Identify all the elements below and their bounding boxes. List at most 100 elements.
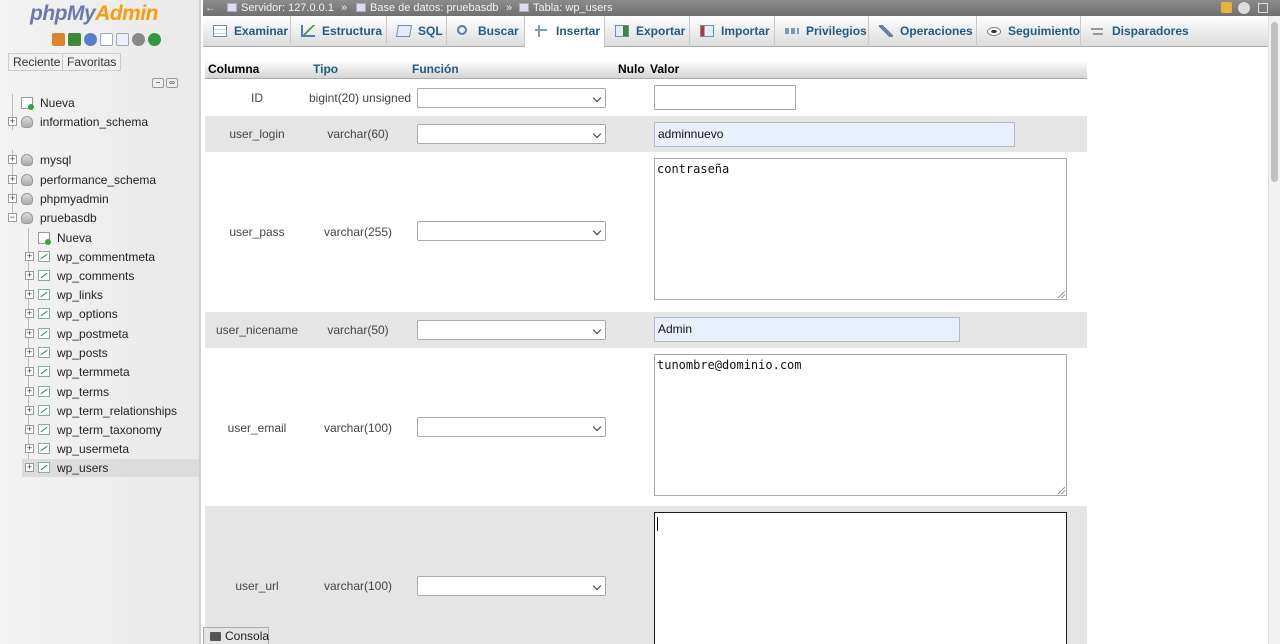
header-column: Columna: [208, 62, 260, 76]
favorites-tab[interactable]: Favoritas: [62, 53, 122, 71]
import-icon: [700, 25, 714, 37]
tree-item-label: wp_postmeta: [57, 327, 129, 341]
tab-label: Buscar: [478, 24, 519, 38]
navigation-panel: phpMyAdmin Reciente Favoritas − ∞ Nueva …: [0, 0, 201, 644]
user-email-textarea[interactable]: tunombre@dominio.com: [654, 354, 1067, 496]
database-icon: [21, 212, 33, 224]
tab-import[interactable]: Importar: [690, 16, 775, 47]
tab-browse[interactable]: Examinar: [203, 16, 291, 47]
help-icon[interactable]: [84, 33, 97, 46]
logout-icon[interactable]: [68, 33, 81, 46]
expand-icon[interactable]: +: [25, 425, 34, 434]
nav-icon-bar: [52, 33, 161, 46]
tab-label: Exportar: [636, 24, 686, 38]
expand-icon[interactable]: +: [25, 329, 34, 338]
function-select[interactable]: [417, 221, 606, 241]
tab-label: Operaciones: [900, 24, 973, 38]
tree-item-label: information_schema: [40, 115, 149, 129]
expand-icon[interactable]: +: [25, 406, 34, 415]
table-row-user-url: user_url varchar(100): [205, 506, 1087, 644]
reload-icon[interactable]: [148, 33, 161, 46]
expand-icon[interactable]: +: [25, 271, 34, 280]
textarea-content: contraseña: [657, 162, 730, 176]
recent-tab[interactable]: Reciente: [8, 53, 66, 71]
breadcrumb-table[interactable]: Tabla: wp_users: [519, 0, 613, 16]
link-with-main-icon[interactable]: ∞: [166, 78, 178, 88]
sql-docs-icon[interactable]: [116, 33, 129, 46]
table-icon: [38, 289, 50, 300]
function-select[interactable]: [417, 417, 606, 437]
expand-icon[interactable]: +: [25, 290, 34, 299]
header-type[interactable]: Tipo: [313, 60, 338, 79]
header-function[interactable]: Función: [412, 60, 459, 79]
tree-item-label: wp_comments: [57, 269, 135, 283]
tab-structure[interactable]: Estructura: [291, 16, 387, 47]
scrollbar-thumb[interactable]: [1271, 22, 1278, 182]
expand-icon[interactable]: +: [25, 309, 34, 318]
tab-label: Seguimiento: [1008, 24, 1081, 38]
expand-icon[interactable]: +: [8, 155, 17, 164]
lock-icon[interactable]: [1221, 2, 1232, 13]
expand-icon[interactable]: +: [25, 367, 34, 376]
home-icon[interactable]: [52, 33, 65, 46]
breadcrumb-server-label: Servidor: 127.0.0.1: [241, 2, 334, 14]
breadcrumb-separator: »: [506, 2, 513, 14]
tree-item-wp-users[interactable]: + wp_users: [22, 459, 199, 477]
user-login-input[interactable]: adminnuevo: [654, 122, 1015, 147]
expand-icon[interactable]: +: [25, 348, 34, 357]
function-select[interactable]: [417, 576, 606, 596]
expand-icon[interactable]: +: [25, 463, 34, 472]
header-null: Nulo: [618, 62, 645, 76]
triggers-icon: [1091, 25, 1105, 37]
table-icon: [38, 386, 50, 397]
table-row-id: ID bigint(20) unsigned: [205, 80, 1087, 116]
console-label: Consola: [225, 629, 270, 643]
settings-icon[interactable]: [132, 33, 145, 46]
tree-item-label: wp_term_relationships: [57, 404, 178, 418]
expand-icon[interactable]: +: [25, 444, 34, 453]
tab-tracking[interactable]: Seguimiento: [977, 16, 1081, 47]
header-value: Valor: [650, 62, 680, 76]
tab-insert[interactable]: Insertar: [525, 16, 605, 48]
tab-triggers[interactable]: Disparadores: [1081, 16, 1201, 47]
server-icon: [227, 3, 237, 12]
user-url-textarea[interactable]: [654, 512, 1067, 644]
back-arrow-icon[interactable]: ←: [205, 0, 216, 16]
expand-icon[interactable]: +: [8, 117, 17, 126]
console-toggle[interactable]: Consola: [203, 627, 269, 644]
breadcrumb: ← Servidor: 127.0.0.1 » Base de datos: p…: [203, 0, 1280, 16]
column-name: user_email: [227, 421, 287, 435]
table-row-user-login: user_login varchar(60) adminnuevo: [205, 116, 1087, 152]
expand-icon[interactable]: +: [25, 252, 34, 261]
tab-sql[interactable]: SQL: [387, 16, 447, 47]
user-nicename-input[interactable]: Admin: [654, 317, 960, 342]
maximize-icon[interactable]: [1258, 3, 1268, 13]
table-icon: [38, 270, 50, 281]
breadcrumb-server[interactable]: Servidor: 127.0.0.1: [227, 0, 334, 16]
documentation-icon[interactable]: [100, 33, 113, 46]
tab-export[interactable]: Exportar: [605, 16, 690, 47]
table-row-user-pass: user_pass varchar(255) contraseña: [205, 152, 1087, 312]
collapse-icon[interactable]: −: [8, 213, 17, 222]
tree-controls: − ∞: [152, 78, 178, 88]
tab-privileges[interactable]: Privilegios: [775, 16, 869, 47]
collapse-all-icon[interactable]: −: [152, 78, 164, 88]
function-select[interactable]: [417, 124, 606, 144]
vertical-scrollbar[interactable]: [1268, 16, 1280, 644]
breadcrumb-database[interactable]: Base de datos: pruebasdb: [356, 0, 498, 16]
resize-grip-icon[interactable]: [1058, 291, 1065, 298]
column-name: user_nicename: [215, 323, 299, 337]
resize-grip-icon[interactable]: [1058, 487, 1065, 494]
tab-search[interactable]: Buscar: [447, 16, 525, 47]
expand-icon[interactable]: +: [8, 175, 17, 184]
user-pass-textarea[interactable]: contraseña: [654, 158, 1067, 300]
tab-label: Privilegios: [806, 24, 867, 38]
tab-operations[interactable]: Operaciones: [869, 16, 977, 47]
gear-icon[interactable]: [1238, 2, 1250, 14]
id-value-input[interactable]: [654, 85, 796, 110]
function-select[interactable]: [417, 320, 606, 340]
phpmyadmin-logo[interactable]: phpMyAdmin: [30, 2, 158, 26]
expand-icon[interactable]: +: [25, 387, 34, 396]
function-select[interactable]: [417, 88, 606, 108]
expand-icon[interactable]: +: [8, 194, 17, 203]
